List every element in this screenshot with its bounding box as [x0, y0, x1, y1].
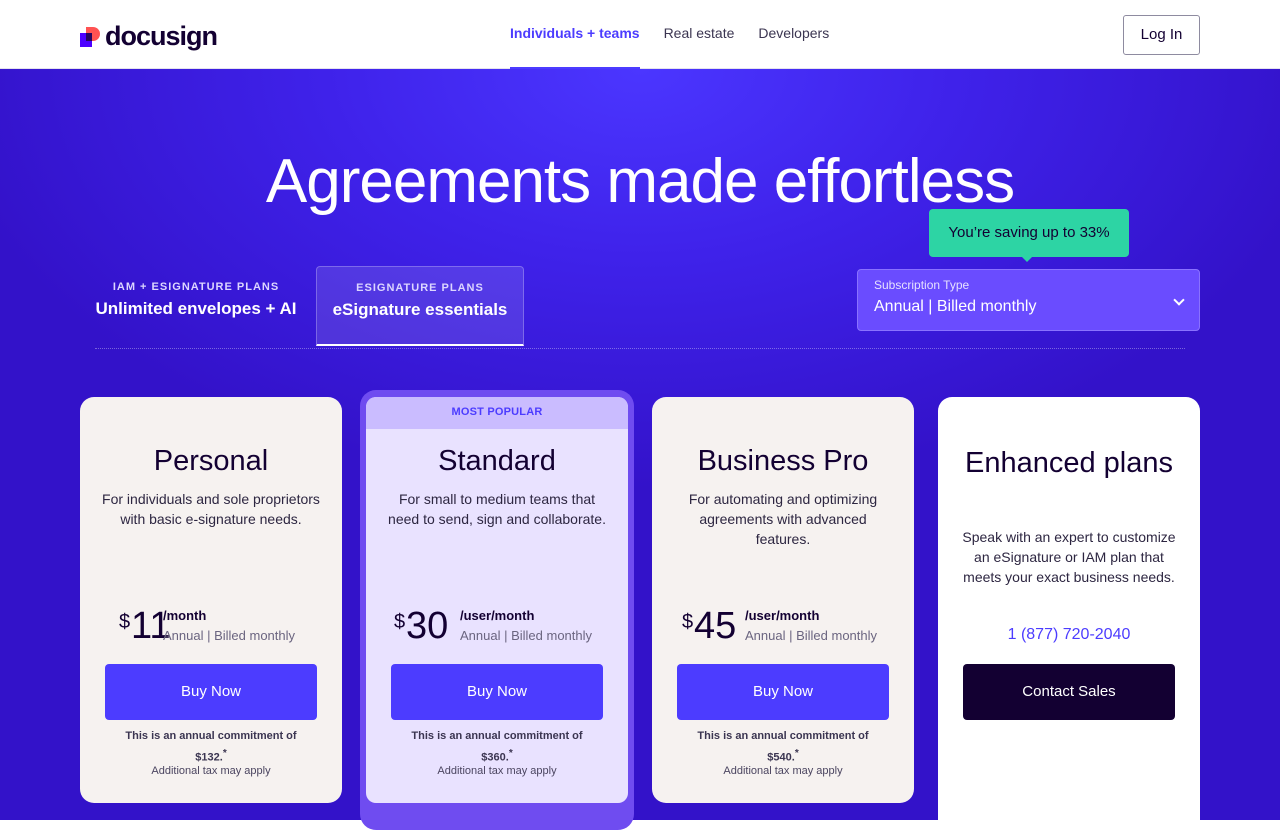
buy-now-button-business-pro[interactable]: Buy Now — [677, 664, 889, 720]
tab-label: Unlimited envelopes + AI — [95, 299, 297, 318]
buy-now-button-personal[interactable]: Buy Now — [105, 664, 317, 720]
login-button[interactable]: Log In — [1123, 15, 1200, 55]
price-amount: 45 — [694, 605, 737, 647]
plan-price: $ 45 /user/month Annual | Billed monthly — [652, 605, 914, 649]
nav-real-estate[interactable]: Real estate — [664, 0, 735, 69]
nav-individuals-teams[interactable]: Individuals + teams — [510, 0, 640, 69]
plan-price: $ 30 /user/month Annual | Billed monthly — [366, 605, 628, 649]
buy-now-button-standard[interactable]: Buy Now — [391, 664, 603, 720]
price-currency: $ — [682, 611, 694, 633]
logo-text: docusign — [105, 21, 218, 51]
plan-card-personal: Personal For individuals and sole propri… — [80, 397, 342, 803]
plan-title: Business Pro — [697, 445, 869, 477]
plan-price: $ 11 /month Annual | Billed monthly — [80, 605, 342, 649]
most-popular-badge: MOST POPULAR — [366, 397, 628, 429]
annual-commitment: This is an annual commitment of $132.* — [125, 730, 297, 764]
subscription-type-value: Annual | Billed monthly — [874, 298, 1037, 315]
plan-title: Enhanced plans — [965, 447, 1173, 479]
site-header: docusign Individuals + teams Real estate… — [0, 0, 1280, 69]
price-period: /user/month — [460, 608, 535, 623]
price-currency: $ — [394, 611, 406, 633]
tabs-divider — [95, 348, 1185, 349]
docusign-logo-icon — [80, 25, 102, 49]
plan-description: Speak with an expert to customize an eSi… — [962, 529, 1176, 585]
docusign-logo[interactable]: docusign — [80, 21, 218, 52]
plan-card-business-pro: Business Pro For automating and optimizi… — [652, 397, 914, 803]
sales-phone-link[interactable]: 1 (877) 720-2040 — [938, 626, 1200, 644]
tab-esignature-plans[interactable]: ESIGNATURE PLANS eSignature essentials — [316, 266, 524, 346]
price-amount: 30 — [406, 605, 449, 647]
nav-developers[interactable]: Developers — [758, 0, 829, 69]
price-billing: Annual | Billed monthly — [163, 628, 296, 643]
plan-card-enhanced: Enhanced plans Speak with an expert to c… — [938, 397, 1200, 827]
price-billing: Annual | Billed monthly — [460, 628, 593, 643]
price-billing: Annual | Billed monthly — [745, 628, 878, 643]
tax-note: Additional tax may apply — [437, 765, 557, 777]
subscription-type-select[interactable]: Subscription Type Annual | Billed monthl… — [857, 269, 1200, 331]
tax-note: Additional tax may apply — [151, 765, 271, 777]
contact-sales-button[interactable]: Contact Sales — [963, 664, 1175, 720]
pricing-hero: Agreements made effortless IAM + ESIGNAT… — [0, 69, 1280, 830]
page-title: Agreements made effortless — [265, 147, 1015, 216]
subscription-type-label: Subscription Type — [874, 278, 970, 292]
saving-badge: You’re saving up to 33% — [929, 209, 1129, 262]
main-nav: Individuals + teams Real estate Develope… — [510, 0, 853, 69]
annual-commitment: This is an annual commitment of $360.* — [411, 730, 583, 764]
plan-title: Standard — [438, 445, 556, 477]
plan-description: For individuals and sole proprietors wit… — [102, 491, 320, 527]
tab-caption: ESIGNATURE PLANS — [356, 282, 484, 294]
price-period: /user/month — [745, 608, 820, 623]
annual-commitment: This is an annual commitment of $540.* — [697, 730, 869, 764]
plan-description: For small to medium teams that need to s… — [388, 491, 606, 527]
plan-title: Personal — [153, 445, 269, 477]
tax-note: Additional tax may apply — [723, 765, 843, 777]
tab-iam-esignature-plans[interactable]: IAM + ESIGNATURE PLANS Unlimited envelop… — [95, 281, 297, 319]
price-period: /month — [163, 608, 207, 623]
tab-label: eSignature essentials — [332, 300, 508, 319]
tab-caption: IAM + ESIGNATURE PLANS — [112, 281, 280, 293]
plan-description: For automating and optimizing agreements… — [688, 491, 878, 547]
plan-card-standard: MOST POPULAR Standard For small to mediu… — [366, 397, 628, 803]
price-currency: $ — [119, 611, 131, 633]
